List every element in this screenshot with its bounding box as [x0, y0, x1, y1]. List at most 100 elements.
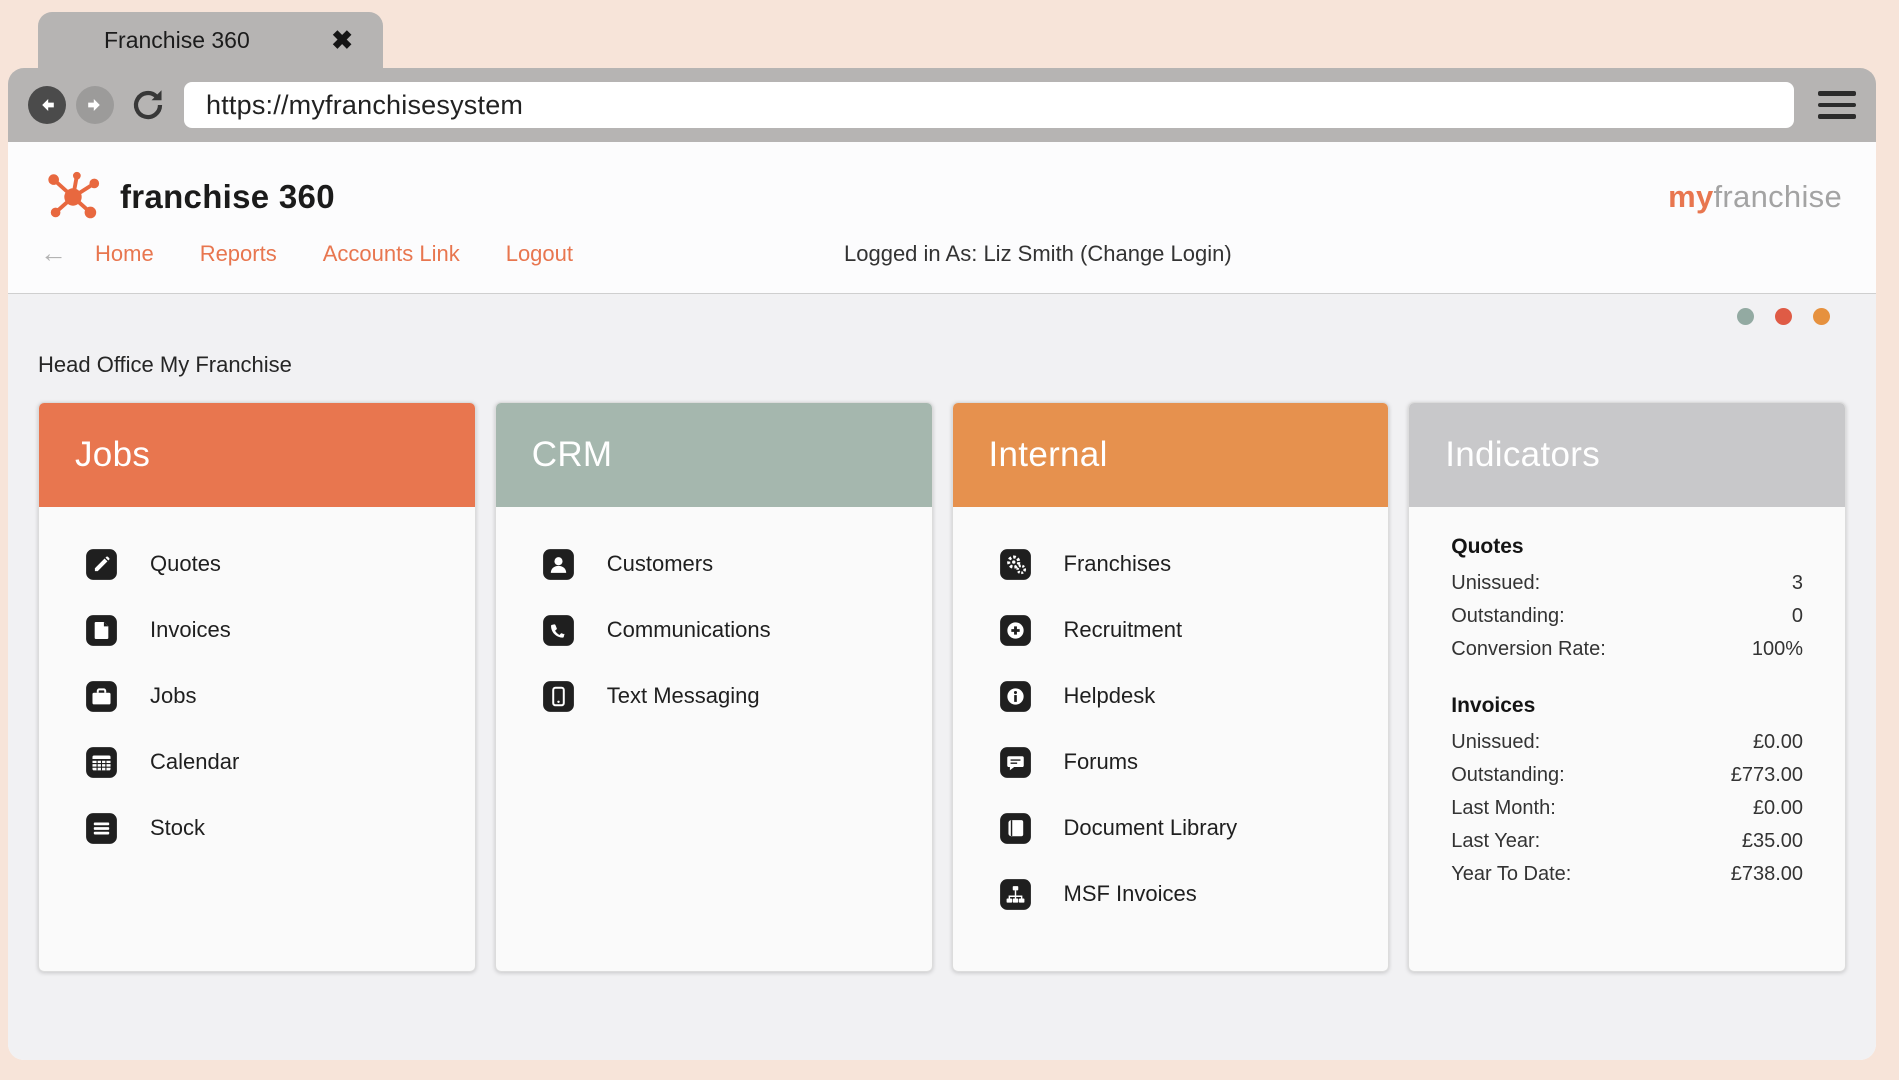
- indicator-value: £773.00: [1730, 764, 1803, 786]
- url-text: https://myfranchisesystem: [206, 89, 524, 120]
- menu-item-label: Customers: [606, 551, 714, 576]
- menu-item-stock[interactable]: Stock: [85, 795, 439, 861]
- franchise360-logo-icon: [40, 168, 106, 226]
- file-icon: [85, 614, 118, 647]
- refresh-icon: [133, 90, 163, 120]
- indicator-row: Unissued: £0.00: [1451, 726, 1803, 759]
- menu-item-customers[interactable]: Customers: [542, 531, 896, 597]
- pencil-square-icon: [85, 548, 118, 581]
- indicator-value: £0.00: [1752, 731, 1803, 753]
- browser-toolbar: https://myfranchisesystem: [8, 68, 1876, 142]
- browser-forward-button[interactable]: [76, 86, 114, 124]
- status-dot-red: [1775, 308, 1792, 325]
- nav-home[interactable]: Home: [95, 241, 154, 267]
- indicator-row: Last Month: £0.00: [1451, 792, 1803, 825]
- status-dots: [1737, 308, 1830, 325]
- indicator-row: Outstanding: £773.00: [1451, 759, 1803, 792]
- tab-close-icon[interactable]: ✖: [331, 27, 353, 53]
- nav-reports[interactable]: Reports: [200, 241, 277, 267]
- browser-back-button[interactable]: [28, 86, 66, 124]
- menu-item-helpdesk[interactable]: Helpdesk: [999, 663, 1353, 729]
- url-bar[interactable]: https://myfranchisesystem: [184, 82, 1794, 128]
- menu-item-label: Invoices: [150, 617, 231, 642]
- plus-circle-icon: [999, 614, 1032, 647]
- indicator-value: £738.00: [1730, 863, 1803, 885]
- menu-item-invoices[interactable]: Invoices: [85, 597, 439, 663]
- menu-item-label: Calendar: [150, 749, 240, 774]
- brand-name: franchise 360: [120, 178, 335, 215]
- comment-icon: [999, 746, 1032, 779]
- logged-in-status: Logged in As: Liz Smith (Change Login): [844, 240, 1232, 266]
- indicator-row: Outstanding: 0: [1451, 600, 1803, 633]
- indicator-label: Conversion Rate:: [1451, 638, 1606, 660]
- nav-back-icon[interactable]: ←: [40, 238, 67, 269]
- indicator-label: Last Month:: [1451, 797, 1556, 819]
- nav-logout[interactable]: Logout: [506, 241, 573, 267]
- app-viewport: franchise 360 myfranchise ← Home Reports…: [8, 142, 1876, 1060]
- phone-icon: [542, 614, 575, 647]
- menu-item-label: Communications: [606, 617, 771, 642]
- nav-accounts-link[interactable]: Accounts Link: [323, 241, 460, 267]
- app-header: franchise 360 myfranchise ← Home Reports…: [8, 142, 1876, 294]
- cogs-icon: [999, 548, 1032, 581]
- mobile-icon: [542, 680, 575, 713]
- card-internal: Internal Franchises Recruitment Helpdesk…: [951, 402, 1390, 972]
- menu-item-forums[interactable]: Forums: [999, 729, 1353, 795]
- menu-item-document-library[interactable]: Document Library: [999, 795, 1353, 861]
- indicator-value: £0.00: [1752, 797, 1803, 819]
- status-dot-sage: [1737, 308, 1754, 325]
- menu-item-quotes[interactable]: Quotes: [85, 531, 439, 597]
- indicator-row: Unissued: 3: [1451, 567, 1803, 600]
- indicator-value: £35.00: [1741, 830, 1803, 852]
- info-circle-icon: [999, 680, 1032, 713]
- menu-item-label: Document Library: [1063, 815, 1238, 840]
- menu-item-label: Franchises: [1063, 551, 1172, 576]
- briefcase-icon: [85, 680, 118, 713]
- menu-item-label: Recruitment: [1063, 617, 1183, 642]
- indicator-section-quotes: Quotes: [1451, 535, 1524, 558]
- indicator-value: 100%: [1751, 638, 1803, 660]
- menu-item-communications[interactable]: Communications: [542, 597, 896, 663]
- indicator-label: Last Year:: [1451, 830, 1541, 852]
- card-crm: CRM Customers Communications Text Messag…: [494, 402, 933, 972]
- user-icon: [542, 548, 575, 581]
- list-icon: [85, 812, 118, 845]
- menu-item-label: Text Messaging: [606, 683, 760, 708]
- page-content: Head Office My Franchise Jobs Quotes Inv…: [8, 294, 1876, 1060]
- indicator-value: 0: [1791, 605, 1803, 627]
- indicator-label: Unissued:: [1451, 731, 1541, 753]
- browser-window: Franchise 360 ✖ https://myfranchisesyste…: [8, 12, 1876, 1060]
- calendar-icon: [85, 746, 118, 779]
- sitemap-icon: [999, 878, 1032, 911]
- main-nav: ← Home Reports Accounts Link Logout Logg…: [40, 238, 1842, 269]
- indicator-row: Conversion Rate: 100%: [1451, 633, 1803, 666]
- menu-item-msf-invoices[interactable]: MSF Invoices: [999, 861, 1353, 927]
- menu-item-label: Jobs: [150, 683, 197, 708]
- indicator-label: Outstanding:: [1451, 605, 1565, 627]
- back-arrow-icon: [42, 99, 54, 111]
- card-internal-header: Internal: [952, 403, 1389, 507]
- menu-item-label: Forums: [1063, 749, 1139, 774]
- menu-item-recruitment[interactable]: Recruitment: [999, 597, 1353, 663]
- menu-item-calendar[interactable]: Calendar: [85, 729, 439, 795]
- browser-tab[interactable]: Franchise 360 ✖: [38, 12, 383, 68]
- myfranchise-logo: myfranchise: [1668, 179, 1842, 214]
- indicator-row: Last Year: £35.00: [1451, 825, 1803, 858]
- card-jobs-header: Jobs: [39, 403, 475, 507]
- tab-title: Franchise 360: [104, 26, 250, 53]
- menu-item-text-messaging[interactable]: Text Messaging: [542, 663, 896, 729]
- status-dot-orange: [1813, 308, 1830, 325]
- forward-arrow-icon: [88, 99, 100, 111]
- card-jobs: Jobs Quotes Invoices Jobs Calendar Stock: [38, 402, 476, 972]
- menu-item-label: Helpdesk: [1063, 683, 1156, 708]
- browser-refresh-button[interactable]: [128, 85, 168, 125]
- indicator-value: 3: [1791, 572, 1803, 594]
- book-icon: [999, 812, 1032, 845]
- indicator-row: Year To Date: £738.00: [1451, 858, 1803, 891]
- page-title: Head Office My Franchise: [38, 352, 292, 377]
- indicator-label: Outstanding:: [1451, 764, 1565, 786]
- menu-item-franchises[interactable]: Franchises: [999, 531, 1353, 597]
- indicator-label: Year To Date:: [1451, 863, 1572, 885]
- menu-item-jobs[interactable]: Jobs: [85, 663, 439, 729]
- browser-menu-button[interactable]: [1818, 91, 1856, 119]
